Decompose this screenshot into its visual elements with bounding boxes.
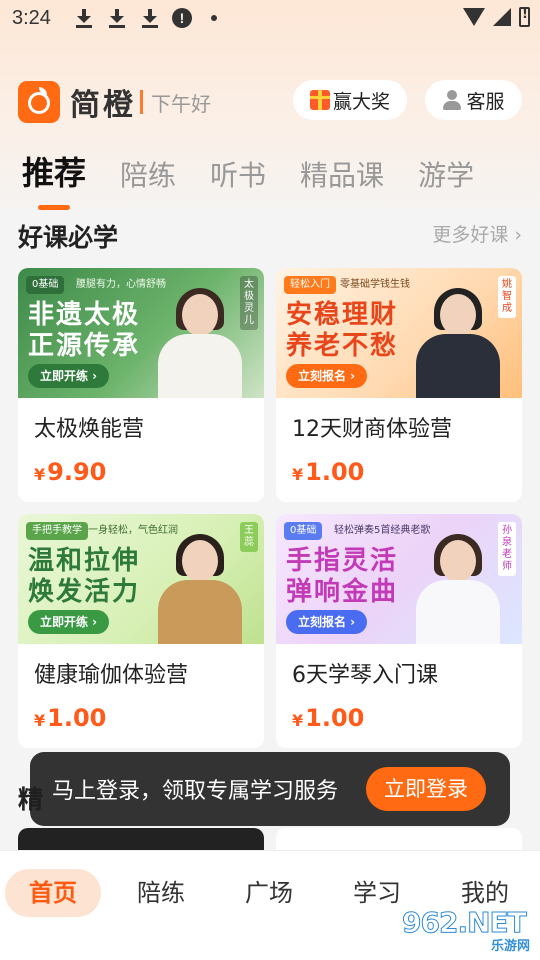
nav-practice[interactable]: 陪练 — [113, 869, 209, 917]
download-icon — [139, 7, 161, 29]
more-courses-link[interactable]: 更多好课 › — [432, 220, 522, 247]
course-title: 12天财商体验营 — [292, 417, 452, 442]
banner-cta: 立刻报名 › — [286, 364, 368, 388]
tab-recommend[interactable]: 推荐 — [22, 148, 87, 210]
banner-headline: 安稳理财 养老不愁 — [286, 300, 398, 362]
tab-label: 游学 — [418, 159, 475, 192]
teacher-photo — [412, 288, 504, 398]
customer-service-button[interactable]: 客服 — [425, 80, 522, 120]
tab-practice[interactable]: 陪练 — [120, 154, 176, 194]
currency-symbol: ¥ — [292, 711, 304, 730]
currency-symbol: ¥ — [292, 465, 304, 484]
headline-line: 弹响金曲 — [286, 577, 399, 607]
alert-icon: ! — [171, 8, 192, 28]
headline-line: 焕发活力 — [28, 577, 141, 607]
status-bar: 3:24 ! — [0, 0, 540, 36]
banner-tag: 0基础 — [284, 522, 323, 540]
banner-cta: 立刻报名 › — [286, 610, 368, 634]
tab-label: 陪练 — [120, 159, 177, 192]
more-notifications-icon — [210, 15, 217, 21]
headline-line: 正源传承 — [28, 331, 141, 361]
currency-symbol: ¥ — [34, 711, 46, 730]
headline-line: 手指灵活 — [286, 546, 399, 576]
tab-label: 精品课 — [300, 159, 385, 192]
course-card[interactable]: 0基础 腰腿有力，心情舒畅 非遗太极 正源传承 立即开练 › 太极灵儿 太极焕能… — [18, 268, 264, 502]
headline-line: 温和拉伸 — [28, 546, 141, 576]
prize-label: 赢大奖 — [332, 90, 390, 113]
banner-tag: 轻松入门 — [284, 276, 336, 294]
headline-line: 安稳理财 — [286, 300, 399, 330]
banner-tag: 0基础 — [26, 276, 65, 294]
app-header: 简橙 下午好 赢大奖 客服 — [18, 80, 522, 124]
tab-label: 推荐 — [22, 154, 87, 192]
nav-home[interactable]: 首页 — [5, 869, 101, 917]
course-price: ¥1.00 — [292, 704, 364, 732]
service-label: 客服 — [466, 90, 505, 113]
banner-headline: 温和拉伸 焕发活力 — [28, 546, 140, 608]
price-value: 1.00 — [305, 458, 365, 486]
banner-subtag: 零基础学钱生钱 — [340, 279, 410, 290]
section-title: 好课必学 — [18, 223, 119, 252]
banner-cta: 立即开练 › — [28, 610, 110, 634]
header-divider — [140, 90, 143, 114]
login-button[interactable]: 立即登录 — [366, 767, 486, 811]
category-tabs: 推荐 陪练 听书 精品课 游学 — [22, 148, 508, 210]
tab-audiobook[interactable]: 听书 — [210, 154, 266, 194]
gift-icon — [309, 90, 330, 110]
download-icon — [73, 7, 95, 29]
course-price: ¥9.90 — [34, 458, 106, 486]
tab-premium-course[interactable]: 精品课 — [300, 154, 384, 194]
signal-icon — [493, 8, 511, 26]
orange-logo-icon — [18, 81, 60, 123]
teacher-name: 孙泉老师 — [498, 522, 516, 576]
banner-tag: 手把手教学 — [26, 522, 88, 540]
user-icon — [442, 90, 462, 110]
download-icon — [106, 7, 128, 29]
course-banner: 轻松入门 零基础学钱生钱 安稳理财 养老不愁 立刻报名 › 姚智成 — [276, 268, 522, 398]
login-prompt: 马上登录，领取专属学习服务 立即登录 — [30, 752, 510, 826]
site-watermark: 962.NET 乐游网 — [402, 906, 536, 955]
currency-symbol: ¥ — [34, 465, 46, 484]
course-card[interactable]: 0基础 轻松弹奏5首经典老歌 手指灵活 弹响金曲 立刻报名 › 孙泉老师 6天学… — [276, 514, 522, 748]
tab-study-tour[interactable]: 游学 — [418, 154, 474, 194]
prize-button[interactable]: 赢大奖 — [293, 80, 407, 120]
teacher-name: 王蕊 — [240, 522, 258, 552]
nav-square[interactable]: 广场 — [221, 869, 317, 917]
price-value: 9.90 — [47, 458, 107, 486]
wifi-icon — [463, 8, 485, 26]
active-tab-indicator — [38, 205, 70, 210]
teacher-photo — [154, 534, 246, 644]
course-price: ¥1.00 — [34, 704, 106, 732]
course-card[interactable]: 轻松入门 零基础学钱生钱 安稳理财 养老不愁 立刻报名 › 姚智成 12天财商体… — [276, 268, 522, 502]
teacher-photo — [412, 534, 504, 644]
course-card[interactable]: 手把手教学 一身轻松，气色红润 温和拉伸 焕发活力 立即开练 › 王蕊 健康瑜伽… — [18, 514, 264, 748]
price-value: 1.00 — [47, 704, 107, 732]
teacher-name: 姚智成 — [498, 276, 516, 318]
course-banner: 0基础 轻松弹奏5首经典老歌 手指灵活 弹响金曲 立刻报名 › 孙泉老师 — [276, 514, 522, 644]
banner-headline: 手指灵活 弹响金曲 — [286, 546, 398, 608]
tab-label: 听书 — [210, 159, 267, 192]
brand-name: 简橙 — [70, 88, 136, 123]
course-banner: 手把手教学 一身轻松，气色红润 温和拉伸 焕发活力 立即开练 › 王蕊 — [18, 514, 264, 644]
teacher-name: 太极灵儿 — [240, 276, 258, 330]
teacher-photo — [154, 288, 246, 398]
course-title: 健康瑜伽体验营 — [34, 663, 189, 688]
watermark-subtext: 乐游网 — [490, 939, 530, 954]
course-title: 太极焕能营 — [34, 417, 145, 442]
course-title: 6天学琴入门课 — [292, 663, 438, 688]
headline-line: 非遗太极 — [28, 300, 141, 330]
login-prompt-text: 马上登录，领取专属学习服务 — [52, 779, 339, 804]
battery-icon — [519, 7, 530, 27]
price-value: 1.00 — [305, 704, 365, 732]
banner-subtag: 腰腿有力，心情舒畅 — [76, 279, 166, 290]
greeting-text: 下午好 — [151, 91, 211, 116]
status-time: 3:24 — [12, 6, 51, 29]
banner-cta: 立即开练 › — [28, 364, 110, 388]
banner-headline: 非遗太极 正源传承 — [28, 300, 140, 362]
course-price: ¥1.00 — [292, 458, 364, 486]
headline-line: 养老不愁 — [286, 331, 399, 361]
course-banner: 0基础 腰腿有力，心情舒畅 非遗太极 正源传承 立即开练 › 太极灵儿 — [18, 268, 264, 398]
